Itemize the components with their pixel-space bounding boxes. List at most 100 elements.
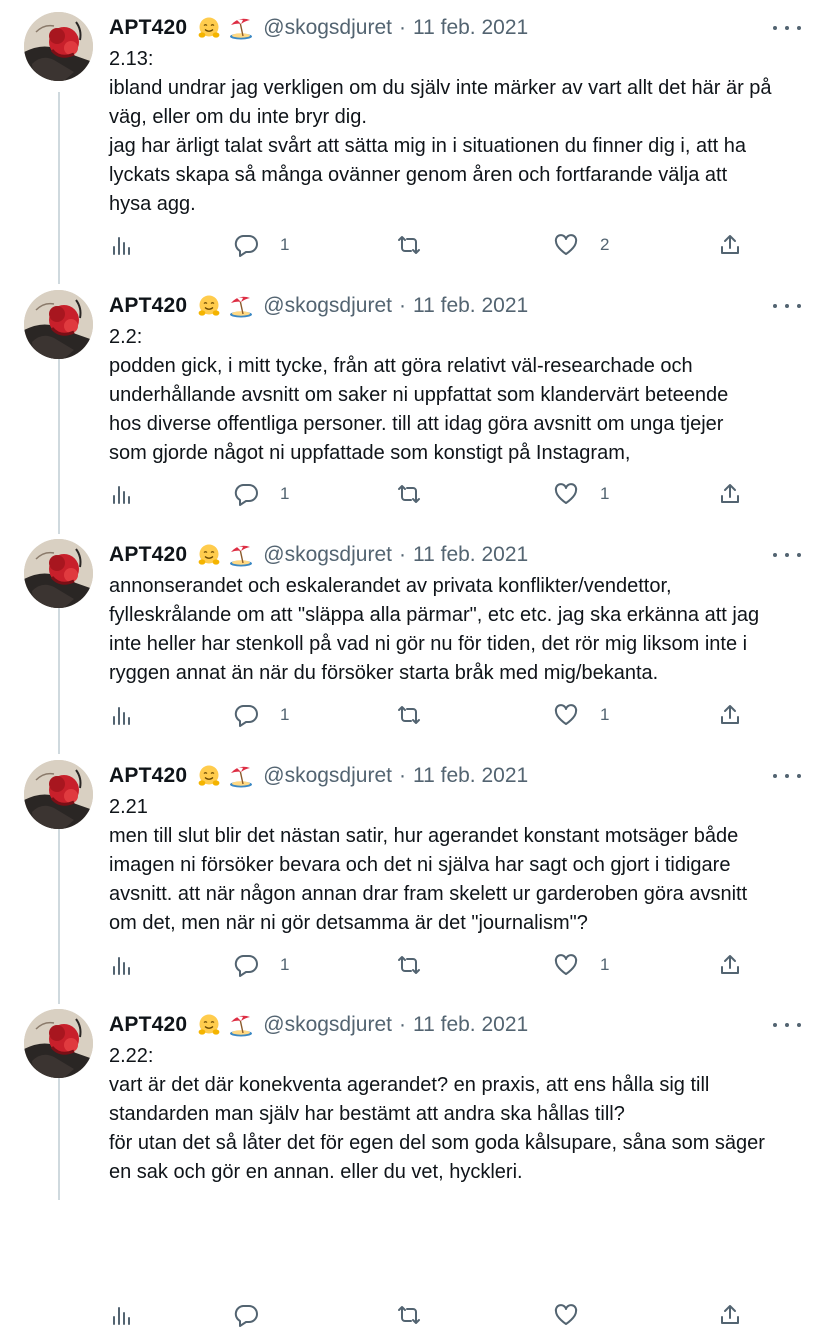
bar-chart-icon xyxy=(111,234,133,256)
retweet-icon xyxy=(396,234,422,256)
likes-count: 1 xyxy=(600,484,610,503)
heart-icon xyxy=(553,482,579,506)
hugging-face-emoji-icon xyxy=(197,543,221,567)
user-handle[interactable]: @skogsdjuret xyxy=(263,1013,392,1037)
thread-connector-line xyxy=(58,1064,60,1200)
display-name[interactable]: APT420 xyxy=(109,294,187,318)
display-name[interactable]: APT420 xyxy=(109,1013,187,1037)
likes-count: 1 xyxy=(600,955,610,974)
share-button[interactable] xyxy=(719,1300,741,1330)
tweet-text: annonserandet och eskalerandet av privat… xyxy=(109,572,809,688)
retweet-button[interactable] xyxy=(396,950,443,980)
reply-bubble-icon xyxy=(233,953,259,977)
retweet-icon xyxy=(396,704,422,726)
user-handle[interactable]: @skogsdjuret xyxy=(263,764,392,788)
views-button[interactable] xyxy=(111,1300,133,1330)
avatar[interactable] xyxy=(24,12,93,81)
reply-button[interactable]: 1 xyxy=(233,230,289,260)
retweet-button[interactable] xyxy=(396,700,443,730)
tweet-date[interactable]: 11 feb. 2021 xyxy=(413,764,528,788)
tweet-actions: 11 xyxy=(0,700,823,730)
retweet-icon xyxy=(396,954,422,976)
more-dots-icon[interactable] xyxy=(773,545,801,565)
tweet-text: 2.13: ibland undrar jag verkligen om du s… xyxy=(109,45,809,219)
like-button[interactable]: 1 xyxy=(553,700,609,730)
tweet-text-line: om det, men när ni gör detsamma är det "… xyxy=(109,912,588,934)
reply-button[interactable]: 1 xyxy=(233,950,289,980)
likes-count: 2 xyxy=(600,235,610,254)
avatar[interactable] xyxy=(24,1009,93,1078)
more-dots-icon[interactable] xyxy=(773,296,801,316)
tweet-actions: 11 xyxy=(0,479,823,509)
tweet-text-line: en sak och gör en annan. eller du vet, h… xyxy=(109,1161,523,1183)
heart-icon xyxy=(553,1303,579,1327)
tweet-text-line: 2.13: xyxy=(109,48,154,70)
tweet-header: APT420 @skogsdjuret · 11 feb. 2021 xyxy=(109,1011,528,1039)
separator-dot: · xyxy=(398,543,406,566)
reply-button[interactable]: 1 xyxy=(233,479,289,509)
tweet-text-line: annonserandet och eskalerandet av privat… xyxy=(109,575,672,597)
tweet-header: APT420 @skogsdjuret · 11 feb. 2021 xyxy=(109,541,528,569)
hugging-face-emoji-icon xyxy=(197,16,221,40)
tweet-text-line: ryggen annat än när du försöker starta b… xyxy=(109,662,659,684)
share-upload-icon xyxy=(719,953,741,977)
tweet-text-line: för utan det så låter det för egen del s… xyxy=(109,1132,765,1154)
tweet-date[interactable]: 11 feb. 2021 xyxy=(413,1013,528,1037)
share-button[interactable] xyxy=(719,230,741,260)
tweet-text-line: men till slut blir det nästan satir, hur… xyxy=(109,825,739,847)
tweet-text-line: lyckats skapa så många ovänner genom åre… xyxy=(109,164,728,186)
views-button[interactable] xyxy=(111,479,133,509)
more-dots-icon[interactable] xyxy=(773,766,801,786)
share-upload-icon xyxy=(719,233,741,257)
tweet-text-line: som gjorde något ni uppfattade som konst… xyxy=(109,442,631,464)
retweet-button[interactable] xyxy=(396,479,443,509)
tweet-text-line: 2.21 xyxy=(109,796,148,818)
avatar[interactable] xyxy=(24,539,93,608)
tweet-text: 2.21 men till slut blir det nästan satir,… xyxy=(109,793,809,938)
tweet-text-line: fylleskrålande om att "släppa alla pärma… xyxy=(109,604,760,626)
reply-bubble-icon xyxy=(233,703,259,727)
like-button[interactable] xyxy=(553,1300,600,1330)
display-name[interactable]: APT420 xyxy=(109,764,187,788)
display-name[interactable]: APT420 xyxy=(109,16,187,40)
reply-button[interactable] xyxy=(233,1300,280,1330)
tweet-date[interactable]: 11 feb. 2021 xyxy=(413,294,528,318)
tweet-text-line: hysa agg. xyxy=(109,193,196,215)
more-dots-icon[interactable] xyxy=(773,18,801,38)
separator-dot: · xyxy=(398,1013,406,1036)
share-button[interactable] xyxy=(719,700,741,730)
likes-count: 1 xyxy=(600,705,610,724)
replies-count: 1 xyxy=(280,955,290,974)
views-button[interactable] xyxy=(111,950,133,980)
display-name[interactable]: APT420 xyxy=(109,543,187,567)
like-button[interactable]: 1 xyxy=(553,950,609,980)
tweet-actions: 12 xyxy=(0,230,823,260)
tweet-date[interactable]: 11 feb. 2021 xyxy=(413,543,528,567)
user-handle[interactable]: @skogsdjuret xyxy=(263,543,392,567)
tweet-text-line: hos diverse offentliga personer. till at… xyxy=(109,413,724,435)
tweet-text-line: ibland undrar jag verkligen om du själv … xyxy=(109,77,772,99)
share-upload-icon xyxy=(719,482,741,506)
views-button[interactable] xyxy=(111,700,133,730)
retweet-icon xyxy=(396,1304,422,1326)
avatar[interactable] xyxy=(24,760,93,829)
heart-icon xyxy=(553,233,579,257)
beach-umbrella-emoji-icon xyxy=(229,764,253,788)
like-button[interactable]: 1 xyxy=(553,479,609,509)
heart-icon xyxy=(553,953,579,977)
share-button[interactable] xyxy=(719,950,741,980)
avatar[interactable] xyxy=(24,290,93,359)
tweet-text-line: jag har ärligt talat svårt att sätta mig… xyxy=(109,135,747,157)
retweet-button[interactable] xyxy=(396,230,443,260)
tweet-date[interactable]: 11 feb. 2021 xyxy=(413,16,528,40)
share-button[interactable] xyxy=(719,479,741,509)
like-button[interactable]: 2 xyxy=(553,230,609,260)
reply-button[interactable]: 1 xyxy=(233,700,289,730)
more-dots-icon[interactable] xyxy=(773,1015,801,1035)
tweet-actions: 11 xyxy=(0,950,823,980)
views-button[interactable] xyxy=(111,230,133,260)
retweet-button[interactable] xyxy=(396,1300,443,1330)
user-handle[interactable]: @skogsdjuret xyxy=(263,294,392,318)
tweet-header: APT420 @skogsdjuret · 11 feb. 2021 xyxy=(109,14,528,42)
user-handle[interactable]: @skogsdjuret xyxy=(263,16,392,40)
